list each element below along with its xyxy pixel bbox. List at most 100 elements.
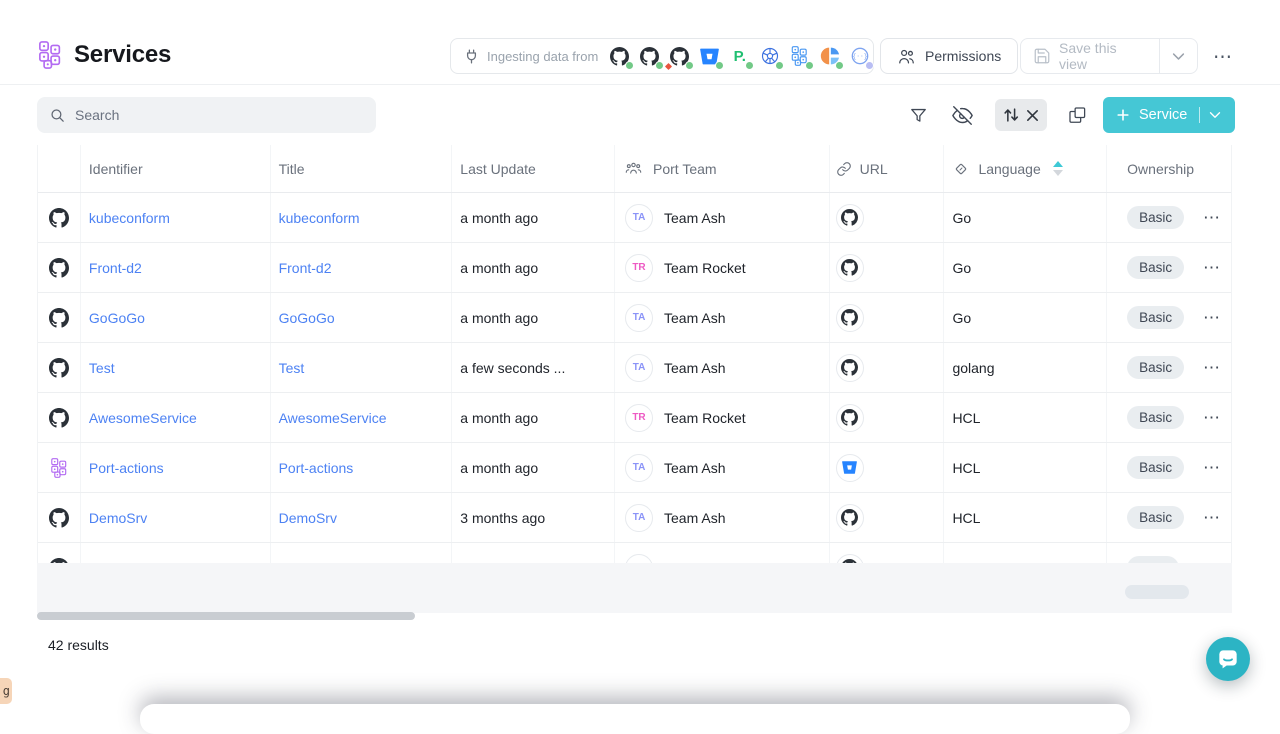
title-link[interactable]: GoGoGo [279, 310, 335, 326]
permissions-button[interactable]: Permissions [880, 38, 1018, 74]
ownership-badge: Basic [1127, 206, 1184, 229]
status-dot [685, 61, 694, 70]
search-box[interactable] [37, 97, 376, 133]
ownership-badge: Basic [1127, 406, 1184, 429]
integration-github-icon[interactable] [669, 46, 690, 67]
language-text: Go [952, 310, 971, 326]
integration-github-icon[interactable] [609, 46, 630, 67]
column-header-identifier[interactable]: Identifier [81, 145, 271, 192]
team-name: Team Ash [664, 310, 725, 326]
column-header-port-team[interactable]: Port Team [615, 145, 830, 192]
service-type-icon [49, 408, 69, 428]
status-dot [745, 61, 754, 70]
row-more-button[interactable]: ⋯ [1203, 509, 1221, 526]
search-input[interactable] [75, 107, 364, 123]
table-row[interactable]: GoGoGo GoGoGo a month ago TA Team Ash Go… [38, 293, 1231, 343]
ownership-badge: Basic [1127, 506, 1184, 529]
identifier-link[interactable]: Port-actions [89, 460, 164, 476]
repo-url-button[interactable] [836, 354, 864, 382]
column-header-url[interactable]: URL [830, 145, 945, 192]
language-text: golang [952, 360, 994, 376]
column-header-last-update[interactable]: Last Update [452, 145, 615, 192]
repo-url-button[interactable] [836, 404, 864, 432]
column-header-language[interactable]: Language [944, 145, 1107, 192]
repo-provider-icon [841, 259, 858, 276]
integration-bitbucket-icon[interactable] [699, 46, 720, 67]
eye-off-icon [952, 105, 973, 126]
group-by-button[interactable] [1065, 103, 1089, 127]
filter-button[interactable] [906, 103, 930, 127]
title-link[interactable]: Front-d2 [279, 260, 332, 276]
team-avatar: TA [625, 304, 653, 332]
services-blueprint-icon [38, 41, 62, 69]
integration-webhook-icon[interactable]: {··} [849, 46, 870, 67]
table-row[interactable]: AwesomeService AwesomeService a month ag… [38, 393, 1231, 443]
integration-kubernetes-icon[interactable] [759, 46, 780, 67]
save-view-dropdown-button[interactable] [1159, 39, 1197, 73]
row-more-button[interactable]: ⋯ [1203, 259, 1221, 276]
team-avatar: TR [625, 254, 653, 282]
team-name: Team Ash [664, 360, 725, 376]
integration-github-icon[interactable] [639, 46, 660, 67]
column-header-title[interactable]: Title [271, 145, 453, 192]
repo-url-button[interactable] [836, 304, 864, 332]
repo-url-button[interactable] [836, 204, 864, 232]
language-sort-control[interactable] [1053, 161, 1063, 176]
title-link[interactable]: Port-actions [279, 460, 354, 476]
row-more-button[interactable]: ⋯ [1203, 309, 1221, 326]
table-row[interactable]: Port-actions Port-actions a month ago TA… [38, 443, 1231, 493]
identifier-link[interactable]: AwesomeService [89, 410, 197, 426]
repo-url-button[interactable] [836, 504, 864, 532]
column-header-ownership[interactable]: Ownership [1107, 145, 1231, 192]
identifier-link[interactable]: Front-d2 [89, 260, 142, 276]
integration-microservices-icon[interactable] [789, 46, 810, 67]
ownership-badge: Basic [1127, 456, 1184, 479]
services-table: Identifier Title Last Update Port Team U… [37, 145, 1232, 593]
last-update-text: a few seconds ... [460, 360, 565, 376]
title-link[interactable]: kubeconform [279, 210, 360, 226]
repo-url-button[interactable] [836, 254, 864, 282]
title-link[interactable]: Test [279, 360, 305, 376]
integration-multicolor-integration-icon[interactable] [819, 46, 840, 67]
team-avatar: TA [625, 454, 653, 482]
title-link[interactable]: AwesomeService [279, 410, 387, 426]
table-row[interactable]: Front-d2 Front-d2 a month ago TR Team Ro… [38, 243, 1231, 293]
service-type-icon [49, 508, 69, 528]
identifier-link[interactable]: GoGoGo [89, 310, 145, 326]
row-more-button[interactable]: ⋯ [1203, 209, 1221, 226]
ingesting-data-pill[interactable]: Ingesting data from P.{··} [450, 38, 874, 74]
ownership-badge: Basic [1127, 356, 1184, 379]
clear-sort-button[interactable] [1025, 108, 1040, 123]
service-type-icon [49, 358, 69, 378]
row-more-button[interactable]: ⋯ [1203, 459, 1221, 476]
status-dot [655, 61, 664, 70]
integration-port-icon[interactable]: P. [729, 46, 750, 67]
save-view-button[interactable]: Save this view [1021, 39, 1159, 73]
sort-button[interactable] [1002, 106, 1020, 124]
add-service-button[interactable]: Service [1103, 97, 1235, 133]
users-icon [897, 47, 916, 66]
table-row[interactable]: DemoSrv DemoSrv 3 months ago TA Team Ash… [38, 493, 1231, 543]
table-row[interactable]: Test Test a few seconds ... TA Team Ash … [38, 343, 1231, 393]
identifier-link[interactable]: kubeconform [89, 210, 170, 226]
repo-url-button[interactable] [836, 454, 864, 482]
table-row[interactable]: kubeconform kubeconform a month ago TA T… [38, 193, 1231, 243]
ownership-badge: Basic [1127, 256, 1184, 279]
chat-launcher-button[interactable] [1206, 637, 1250, 681]
horizontal-scrollbar[interactable] [37, 612, 415, 620]
chat-bubble-icon [1215, 646, 1241, 672]
title-link[interactable]: DemoSrv [279, 510, 337, 526]
chevron-down-icon [1209, 111, 1221, 119]
hidden-properties-button[interactable] [950, 103, 974, 127]
service-type-icon [49, 308, 69, 328]
identifier-link[interactable]: Test [89, 360, 115, 376]
row-more-button[interactable]: ⋯ [1203, 409, 1221, 426]
repo-provider-icon [841, 209, 858, 226]
page-more-button[interactable]: ⋯ [1208, 42, 1238, 72]
row-more-button[interactable]: ⋯ [1203, 359, 1221, 376]
repo-provider-icon [841, 409, 858, 426]
identifier-link[interactable]: DemoSrv [89, 510, 147, 526]
save-icon [1033, 47, 1051, 65]
last-update-text: a month ago [460, 460, 538, 476]
sort-control [995, 99, 1047, 131]
